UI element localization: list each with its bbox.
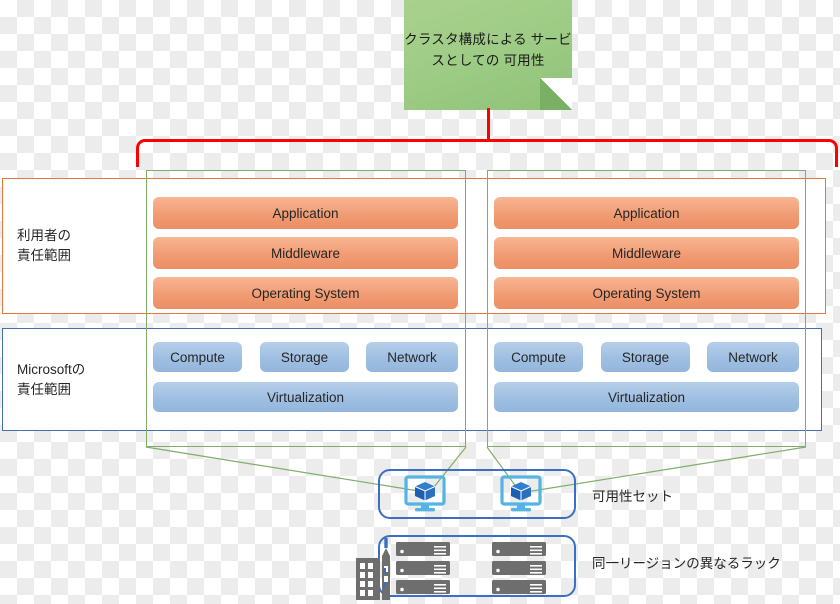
layer-middleware-left: Middleware [153, 237, 458, 269]
user-responsibility-label: 利用者の 責任範囲 [17, 227, 71, 263]
virtual-machine-icon [404, 475, 446, 512]
layer-operating-system-right: Operating System [494, 277, 799, 309]
layer-compute-left: Compute [153, 342, 242, 372]
datacenter-building-icon [356, 538, 390, 600]
note-fold-corner [540, 78, 572, 110]
microsoft-responsibility-label: Microsoftの 責任範囲 [17, 361, 86, 397]
layer-storage-right: Storage [601, 342, 690, 372]
layer-virtualization-left: Virtualization [153, 382, 458, 412]
layer-operating-system-left: Operating System [153, 277, 458, 309]
red-bracket [136, 139, 838, 167]
virtual-machine-icon [500, 475, 542, 512]
layer-application-left: Application [153, 197, 458, 229]
racks-label: 同一リージョンの異なるラック [592, 556, 781, 571]
layer-storage-left: Storage [260, 342, 349, 372]
layer-network-left: Network [366, 342, 458, 372]
server-rack-icon [492, 542, 546, 594]
availability-set-label: 可用性セット [592, 489, 673, 504]
server-rack-icon [396, 542, 450, 594]
layer-compute-right: Compute [494, 342, 583, 372]
cluster-availability-note-text: クラスタ構成による サービスとしての 可用性 [404, 32, 572, 68]
layer-middleware-right: Middleware [494, 237, 799, 269]
layer-network-right: Network [707, 342, 799, 372]
layer-application-right: Application [494, 197, 799, 229]
layer-virtualization-right: Virtualization [494, 382, 799, 412]
red-bracket-stem [487, 108, 490, 140]
diagram-canvas: クラスタ構成による サービスとしての 可用性 利用者の 責任範囲 Microso… [0, 0, 840, 604]
